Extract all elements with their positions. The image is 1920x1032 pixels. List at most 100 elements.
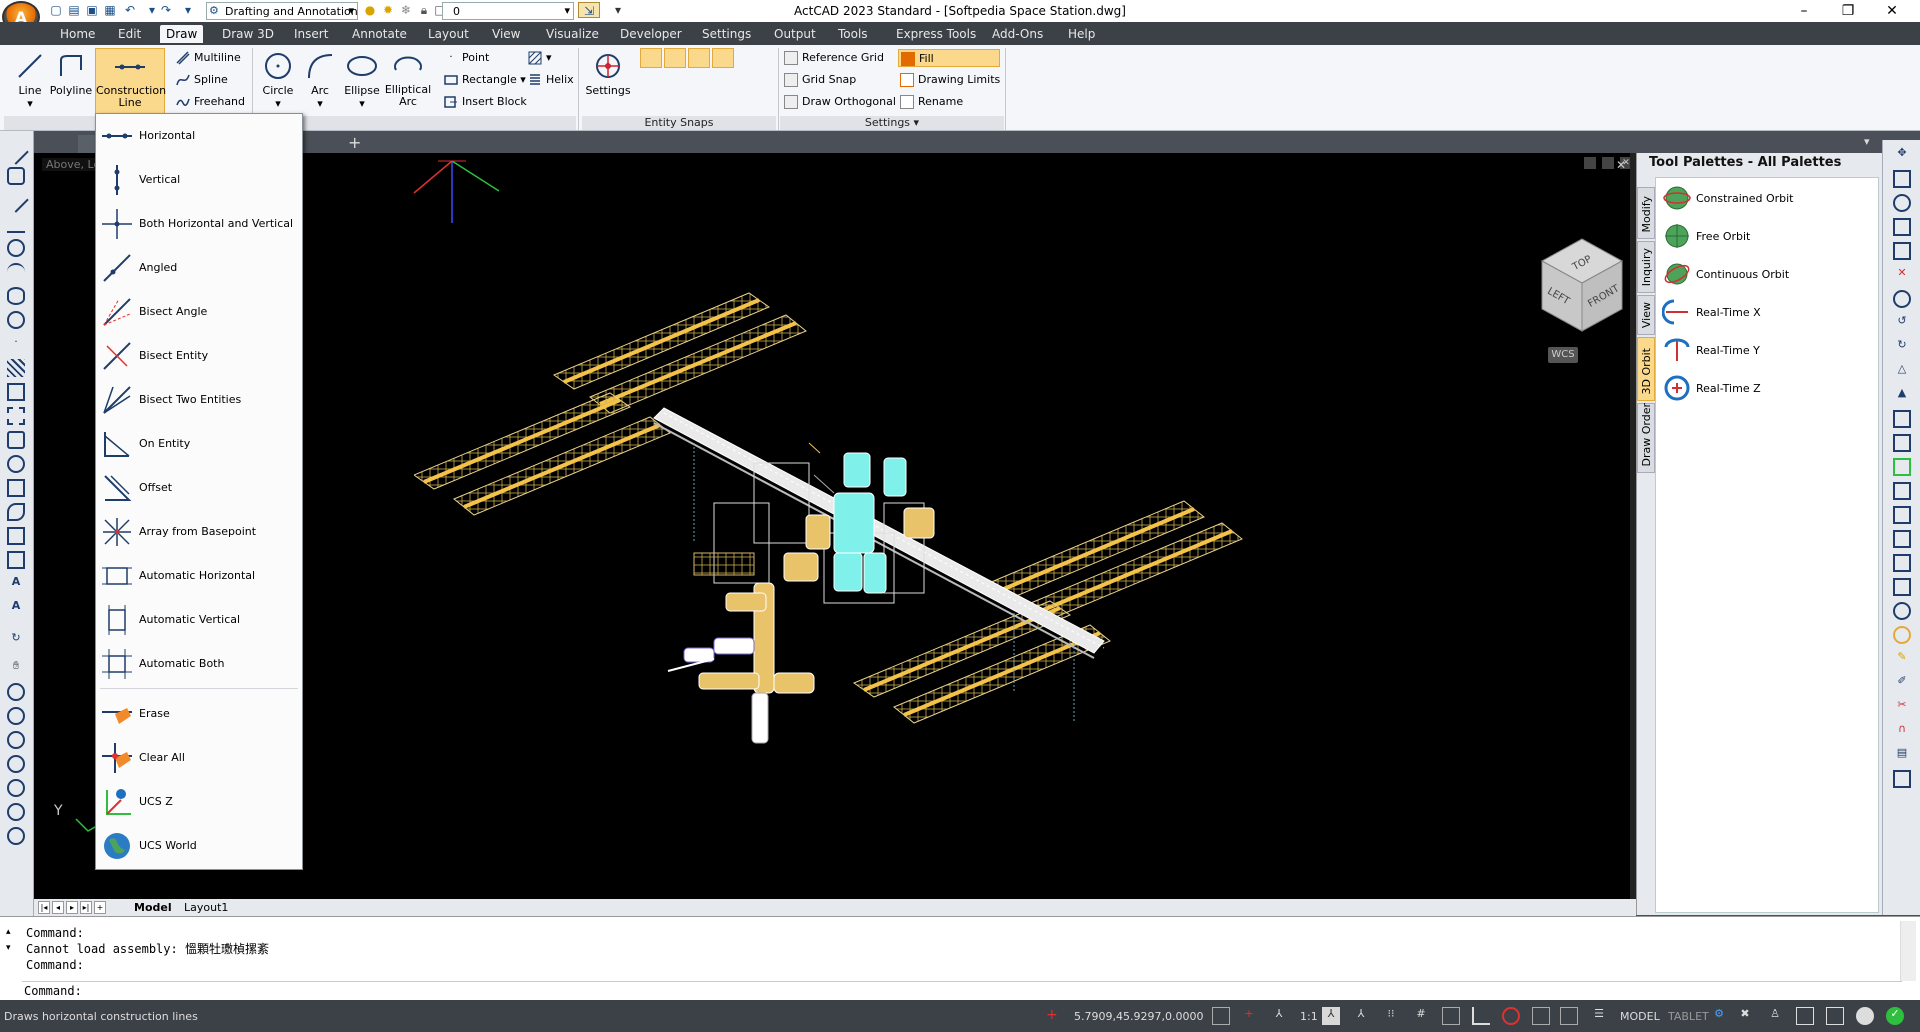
close-icon[interactable]: ✕ [1870,0,1914,22]
palette-tab-view[interactable]: View [1637,295,1655,335]
ellipse-button[interactable]: Ellipse ▾ [340,48,384,110]
dropdown-item-automatic-both[interactable]: Automatic Both [96,642,302,686]
tablet-toggle[interactable]: TABLET [1668,1010,1709,1023]
dropdown-item-offset[interactable]: Offset [96,466,302,510]
ortho-mode-icon[interactable] [1442,1007,1460,1025]
auto-scale-icon[interactable]: ⅄ [1352,1007,1370,1025]
realtime-z-item[interactable]: Real-Time Z [1660,370,1874,408]
xline-tool-icon[interactable] [7,215,25,233]
dropdown-item-ucs-world[interactable]: UCS World [96,824,302,868]
construction-line-button[interactable]: Construction Line▾ [95,48,166,122]
dropdown-item-both[interactable]: Both Horizontal and Vertical [96,202,302,246]
edit-tool-icon[interactable]: ✐ [1893,674,1911,692]
mirror-tool-icon[interactable]: △ [1893,362,1911,380]
annotation-icon[interactable]: ⅄ [1270,1007,1288,1025]
menu-layout[interactable]: Layout [422,25,475,43]
lock-ui-icon[interactable]: ♙ [1766,1007,1784,1025]
layout1-tab[interactable]: Layout1 [180,900,232,915]
menu-add-ons[interactable]: Add-Ons [986,25,1049,43]
menu-output[interactable]: Output [768,25,822,43]
restore-icon[interactable]: ❐ [1826,0,1870,22]
viewport-maximize-icon[interactable] [1602,157,1614,169]
add-layout-button[interactable]: + [94,901,106,914]
dropdown-item-clear-all[interactable]: Clear All [96,736,302,780]
snap-mode-icon[interactable] [1212,1007,1230,1025]
fillet-tool-icon[interactable] [1893,554,1911,572]
dropdown-item-vertical[interactable]: Vertical [96,158,302,202]
hatch-button[interactable]: ▾ [526,49,552,67]
command-scroll-down-icon[interactable]: ▾ [6,943,11,953]
snap-clear-icon[interactable] [736,92,758,112]
draw-orthogonal-toggle[interactable]: Draw Orthogonal [782,93,896,111]
menu-draw[interactable]: Draw [160,25,204,43]
rectangle-button[interactable]: Rectangle ▾ [442,71,526,89]
annotation-visibility-icon[interactable]: ⅄ [1322,1007,1340,1025]
ring-tool-icon[interactable] [7,311,25,329]
dropdown-item-bisect-entity[interactable]: Bisect Entity [96,334,302,378]
mtext-tool-icon[interactable]: A [7,575,25,593]
menu-edit[interactable]: Edit [112,25,147,43]
lengthen-tool-icon[interactable] [1893,602,1911,620]
line-tool-icon[interactable] [3,139,29,165]
polar-tracking-icon[interactable] [1472,1007,1490,1025]
array-tool-icon[interactable]: ▲ [1893,386,1911,404]
tabs-dropdown-icon[interactable]: ▾ [1864,135,1870,148]
snap-extension-icon[interactable] [688,92,710,112]
snap-tangent-icon[interactable] [736,70,758,90]
point-button[interactable]: · Point [442,49,489,67]
drawing-limits-toggle[interactable]: Drawing Limits [898,71,1000,89]
palette-tab-draw-order[interactable]: Draw Order [1637,403,1655,473]
menu-express-tools[interactable]: Express Tools [890,25,982,43]
zoom-realtime-icon[interactable] [7,683,25,701]
clean-screen-icon[interactable] [1856,1007,1874,1025]
table-tool-icon[interactable] [7,527,25,545]
zoom-out-icon[interactable] [7,827,25,845]
snap-intersection-icon[interactable] [688,48,710,68]
magnet-tool-icon[interactable]: ∩ [1893,722,1911,740]
helix-button[interactable]: Helix [526,71,574,89]
donut-tool-icon[interactable] [7,455,25,473]
trim-tool-icon[interactable] [1893,434,1911,452]
view-cube[interactable]: TOP LEFT FRONT [1522,233,1636,363]
menu-home[interactable]: Home [54,25,101,43]
erase-tool-icon[interactable]: ✕ [1893,266,1911,284]
chamfer-tool-icon[interactable] [1893,530,1911,548]
settings-gear-icon[interactable]: ⚙ [1710,1007,1728,1025]
menu-insert[interactable]: Insert [288,25,334,43]
copy-tool-icon[interactable] [1893,170,1911,188]
ellipse-tool-icon[interactable] [7,287,25,305]
menu-settings[interactable]: Settings [696,25,757,43]
object-snap-icon[interactable] [1502,1007,1520,1025]
match-tool-icon[interactable]: ✂ [1893,698,1911,716]
scale-label[interactable]: 1:1 [1300,1010,1318,1023]
break-tool-icon[interactable] [1893,482,1911,500]
command-scroll-up-icon[interactable]: ▴ [6,927,11,937]
continuous-orbit-item[interactable]: Continuous Orbit [1660,256,1874,294]
dropdown-item-ucs-z[interactable]: UCS Z [96,780,302,824]
zoom-in-icon[interactable] [7,803,25,821]
workspace-icon[interactable]: ✖ [1736,1007,1754,1025]
dropdown-item-automatic-horizontal[interactable]: Automatic Horizontal [96,554,302,598]
palette-close-icon[interactable]: ✕ [1616,158,1626,172]
snap-node-icon[interactable] [664,92,686,112]
dropdown-item-horizontal[interactable]: Horizontal [96,114,302,158]
move-tool-icon[interactable]: ✥ [1893,146,1911,164]
model-tab[interactable]: Model [130,900,176,915]
dropdown-item-automatic-vertical[interactable]: Automatic Vertical [96,598,302,642]
constrained-orbit-item[interactable]: Constrained Orbit [1660,180,1874,218]
arc-button[interactable]: Arc ▾ [300,48,340,110]
scale-tool-icon[interactable] [1893,242,1911,260]
lineweight-icon[interactable] [1560,1007,1578,1025]
dynamic-input-icon[interactable]: + [1240,1007,1258,1025]
menu-view[interactable]: View [486,25,526,43]
insert-block-button[interactable]: Insert Block [442,93,527,111]
spline-button[interactable]: Spline [174,71,228,89]
rotate-tool-icon[interactable] [1893,218,1911,236]
model-space-toggle[interactable]: MODEL [1620,1010,1660,1023]
arc-tool-icon[interactable] [7,263,25,281]
redo-tool-icon[interactable]: ↻ [1893,338,1911,356]
fill-toggle[interactable]: Fill [898,49,1000,67]
region-tool-icon[interactable] [7,407,25,425]
free-orbit-item[interactable]: Free Orbit [1660,218,1874,256]
snap-nearest-icon[interactable] [640,92,662,112]
